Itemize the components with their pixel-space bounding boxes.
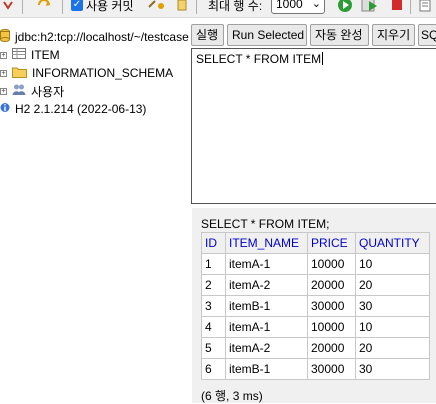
tree-item-label: INFORMATION_SCHEMA [32,66,174,80]
database-icon [0,29,10,45]
cell-price: 30000 [307,295,356,317]
cell-id: 2 [201,274,226,296]
cell-id: 6 [201,358,226,380]
cell-quantity: 30 [355,295,430,317]
rollback-icon[interactable] [147,0,167,15]
connection-url: jdbc:h2:tcp://localhost/~/testcase [15,30,189,44]
cell-price: 30000 [307,358,356,380]
column-header-id[interactable]: ID [201,232,226,254]
cell-quantity: 30 [355,358,430,380]
cell-item-name: itemA-1 [225,253,308,275]
tree-item-label: 사용자 [31,84,65,99]
sql-editor[interactable]: SELECT * FROM ITEM [191,48,436,204]
info-icon [0,101,10,117]
cell-quantity: 20 [355,274,430,296]
sql-statements-button[interactable]: SQ [418,24,436,46]
table-row: 4 itemA-1 10000 10 [201,316,430,338]
toolbar-separator [410,0,411,14]
stop-icon[interactable] [390,0,404,15]
commit-icon[interactable] [175,0,189,15]
cell-id: 5 [201,337,226,359]
cell-quantity: 10 [355,253,430,275]
max-rows-label: 최대 행 수: [208,0,263,13]
table-row: 6 itemB-1 30000 30 [201,358,430,380]
autocommit-checkbox[interactable]: ✓ 사용 커밋 [71,0,134,15]
column-header-quantity[interactable]: QUANTITY [355,232,430,254]
result-status: (6 행, 3 ms) [201,389,263,403]
autocommit-label: 사용 커밋 [86,0,134,13]
cell-quantity: 20 [355,337,430,359]
check-icon: ✓ [71,0,83,11]
chevron-down-icon: ⌄ [311,0,321,10]
tree-connection[interactable]: jdbc:h2:tcp://localhost/~/testcase [0,28,189,46]
run-selected-icon[interactable] [361,0,379,15]
cell-id: 1 [201,253,226,275]
cell-price: 10000 [307,253,356,275]
cell-item-name: itemA-1 [225,316,308,338]
cell-item-name: itemB-1 [225,358,308,380]
toolbar: ✓ 사용 커밋 최대 행 수: 1000 ⌄ [0,0,436,18]
tree-item-users[interactable]: + 사용자 [0,82,64,100]
table-row: 2 itemA-2 20000 20 [201,274,430,296]
results-panel: SELECT * FROM ITEM; ID ITEM_NAME PRICE Q… [192,208,436,403]
table-header-row: ID ITEM_NAME PRICE QUANTITY [201,232,430,254]
cell-item-name: itemA-2 [225,337,308,359]
cell-id: 3 [201,295,226,317]
clear-button[interactable]: 지우기 [372,24,415,46]
expand-icon[interactable]: + [0,69,7,77]
table-row: 5 itemA-2 20000 20 [201,337,430,359]
cell-price: 20000 [307,337,356,359]
version-text: H2 2.1.214 (2022-06-13) [15,102,147,116]
cell-item-name: itemB-1 [225,295,308,317]
expand-icon[interactable]: + [0,51,7,59]
results-table: ID ITEM_NAME PRICE QUANTITY 1 itemA-1 10… [201,232,430,380]
cell-quantity: 10 [355,316,430,338]
refresh-icon[interactable] [36,0,52,15]
table-row: 1 itemA-1 10000 10 [201,253,430,275]
run-selected-button[interactable]: Run Selected [227,24,307,46]
executed-query: SELECT * FROM ITEM; [201,217,330,231]
tree-item-label: ITEM [31,48,60,62]
max-rows-select[interactable]: 1000 ⌄ [271,0,325,14]
disconnect-icon[interactable] [2,0,16,15]
tree-item-item[interactable]: + ITEM [0,46,60,64]
column-header-price[interactable]: PRICE [307,232,356,254]
cell-item-name: itemA-2 [225,274,308,296]
toolbar-separator [196,0,197,14]
history-icon[interactable] [418,0,432,15]
cell-price: 10000 [307,316,356,338]
sql-text: SELECT * FROM ITEM [196,52,322,66]
toolbar-separator [62,0,63,14]
run-button[interactable]: 실행 [191,24,224,46]
tree-version: H2 2.1.214 (2022-06-13) [0,100,146,118]
cell-id: 4 [201,316,226,338]
toolbar-separator [22,0,23,14]
users-icon [12,83,26,99]
expand-icon[interactable]: + [0,87,7,95]
column-header-item-name[interactable]: ITEM_NAME [225,232,308,254]
text-caret [322,52,324,65]
auto-complete-button[interactable]: 자동 완성 [310,24,369,46]
folder-icon [12,66,27,81]
table-icon [12,48,26,62]
tree-item-information-schema[interactable]: + INFORMATION_SCHEMA [0,64,173,82]
table-row: 3 itemB-1 30000 30 [201,295,430,317]
cell-price: 20000 [307,274,356,296]
run-icon[interactable] [337,0,353,15]
